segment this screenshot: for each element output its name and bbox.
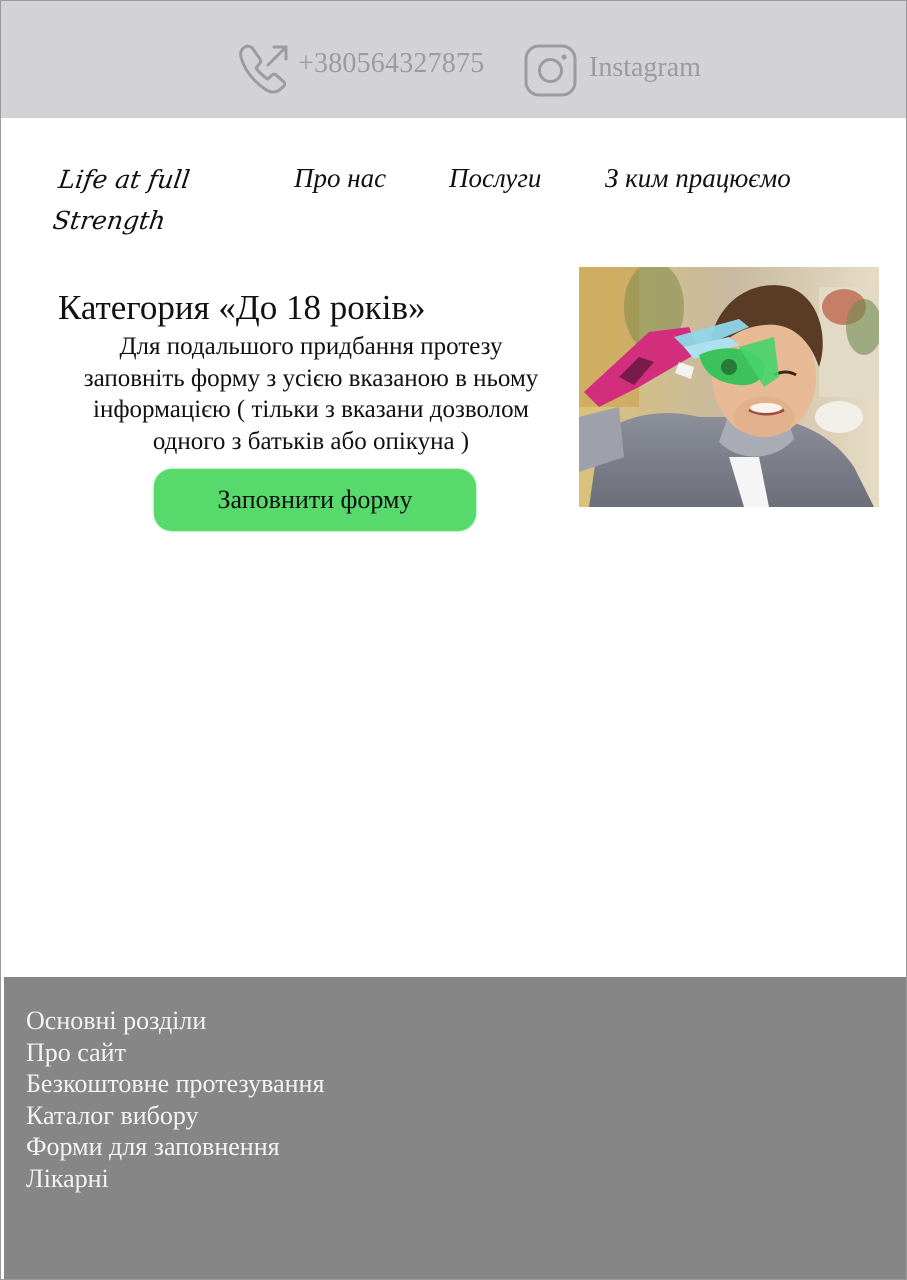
contact-bar: +380564327875 Instagram xyxy=(1,1,906,118)
child-prosthetic-photo xyxy=(579,267,879,507)
description-line: Для подальшого придбання протезу xyxy=(119,333,503,360)
logo-line-2: Strength xyxy=(51,206,168,235)
nav-partners[interactable]: З ким працюємо xyxy=(605,163,791,194)
description-line: заповніть форму з усією вказаною в ньому xyxy=(83,364,539,392)
logo-line-1: Life at full xyxy=(56,165,192,194)
footer-link-forms[interactable]: Форми для заповнення xyxy=(26,1131,324,1163)
instagram-icon[interactable] xyxy=(524,44,577,97)
footer-link-about-site[interactable]: Про сайт xyxy=(26,1037,324,1069)
footer-links: Основні розділи Про сайт Безкоштовне про… xyxy=(26,1005,324,1194)
footer-link-catalog[interactable]: Каталог вибору xyxy=(26,1100,324,1132)
footer-link-hospitals[interactable]: Лікарні xyxy=(26,1163,324,1195)
phone-number[interactable]: +380564327875 xyxy=(298,48,484,80)
description-line: одного з батьків або опікуна ) xyxy=(152,427,470,455)
site-footer: Основні розділи Про сайт Безкоштовне про… xyxy=(4,977,906,1279)
footer-link-free-prosthetics[interactable]: Безкоштовне протезування xyxy=(26,1068,324,1100)
category-title: Категория «До 18 років» xyxy=(58,288,426,327)
category-description: Для подальшого придбання протезу заповні… xyxy=(51,331,571,457)
instagram-link[interactable]: Instagram xyxy=(589,52,701,84)
site-logo[interactable]: Life at full Strength xyxy=(50,159,212,241)
page-frame: +380564327875 Instagram Life at full Str… xyxy=(0,0,907,1280)
fill-form-button[interactable]: Заповнити форму xyxy=(154,469,476,531)
phone-outgoing-icon[interactable] xyxy=(237,41,291,97)
description-line: інформацією ( тільки з вказани дозволом xyxy=(93,396,529,423)
nav-services[interactable]: Послуги xyxy=(449,163,541,194)
footer-link-main-sections[interactable]: Основні розділи xyxy=(26,1005,324,1037)
nav-about[interactable]: Про нас xyxy=(294,163,386,194)
